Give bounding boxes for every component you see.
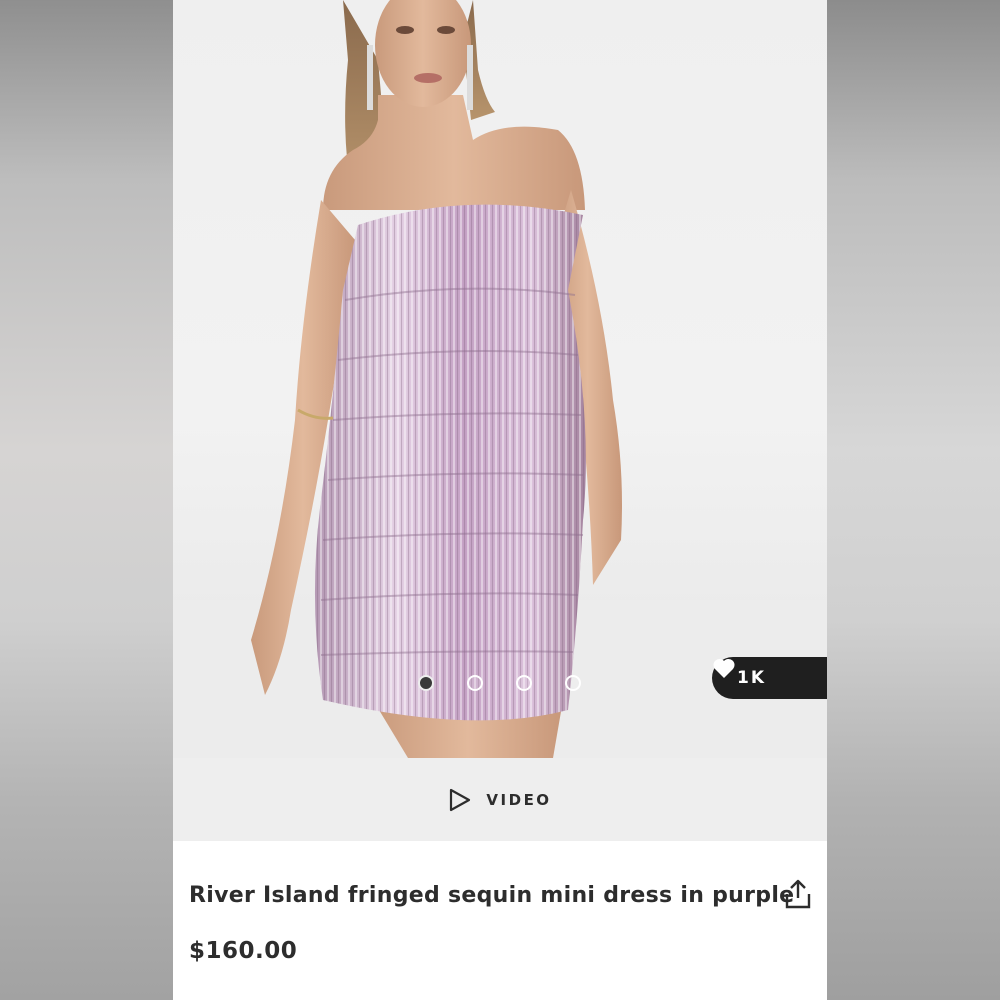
- video-button[interactable]: VIDEO: [173, 758, 827, 841]
- blurred-background-left: [0, 0, 173, 1000]
- save-for-later-button[interactable]: 1K: [712, 657, 827, 699]
- heart-icon: [713, 658, 800, 689]
- product-title: River Island fringed sequin mini dress i…: [189, 883, 795, 908]
- product-details: River Island fringed sequin mini dress i…: [173, 841, 827, 1000]
- product-page: 1K VIDEO River Island fringed sequin min…: [173, 0, 827, 1000]
- play-icon: [448, 788, 472, 812]
- model-photo-illustration: [173, 0, 827, 758]
- product-price: $160.00: [189, 938, 298, 964]
- image-carousel-indicators: [418, 675, 588, 691]
- carousel-dot-active[interactable]: [418, 675, 434, 691]
- video-label: VIDEO: [486, 790, 552, 809]
- share-icon[interactable]: [784, 878, 812, 910]
- carousel-dot[interactable]: [565, 675, 581, 691]
- product-image[interactable]: 1K: [173, 0, 827, 758]
- save-count: 1K: [737, 668, 767, 688]
- carousel-dot[interactable]: [516, 675, 532, 691]
- blurred-background-right: [827, 0, 1000, 1000]
- carousel-dot[interactable]: [467, 675, 483, 691]
